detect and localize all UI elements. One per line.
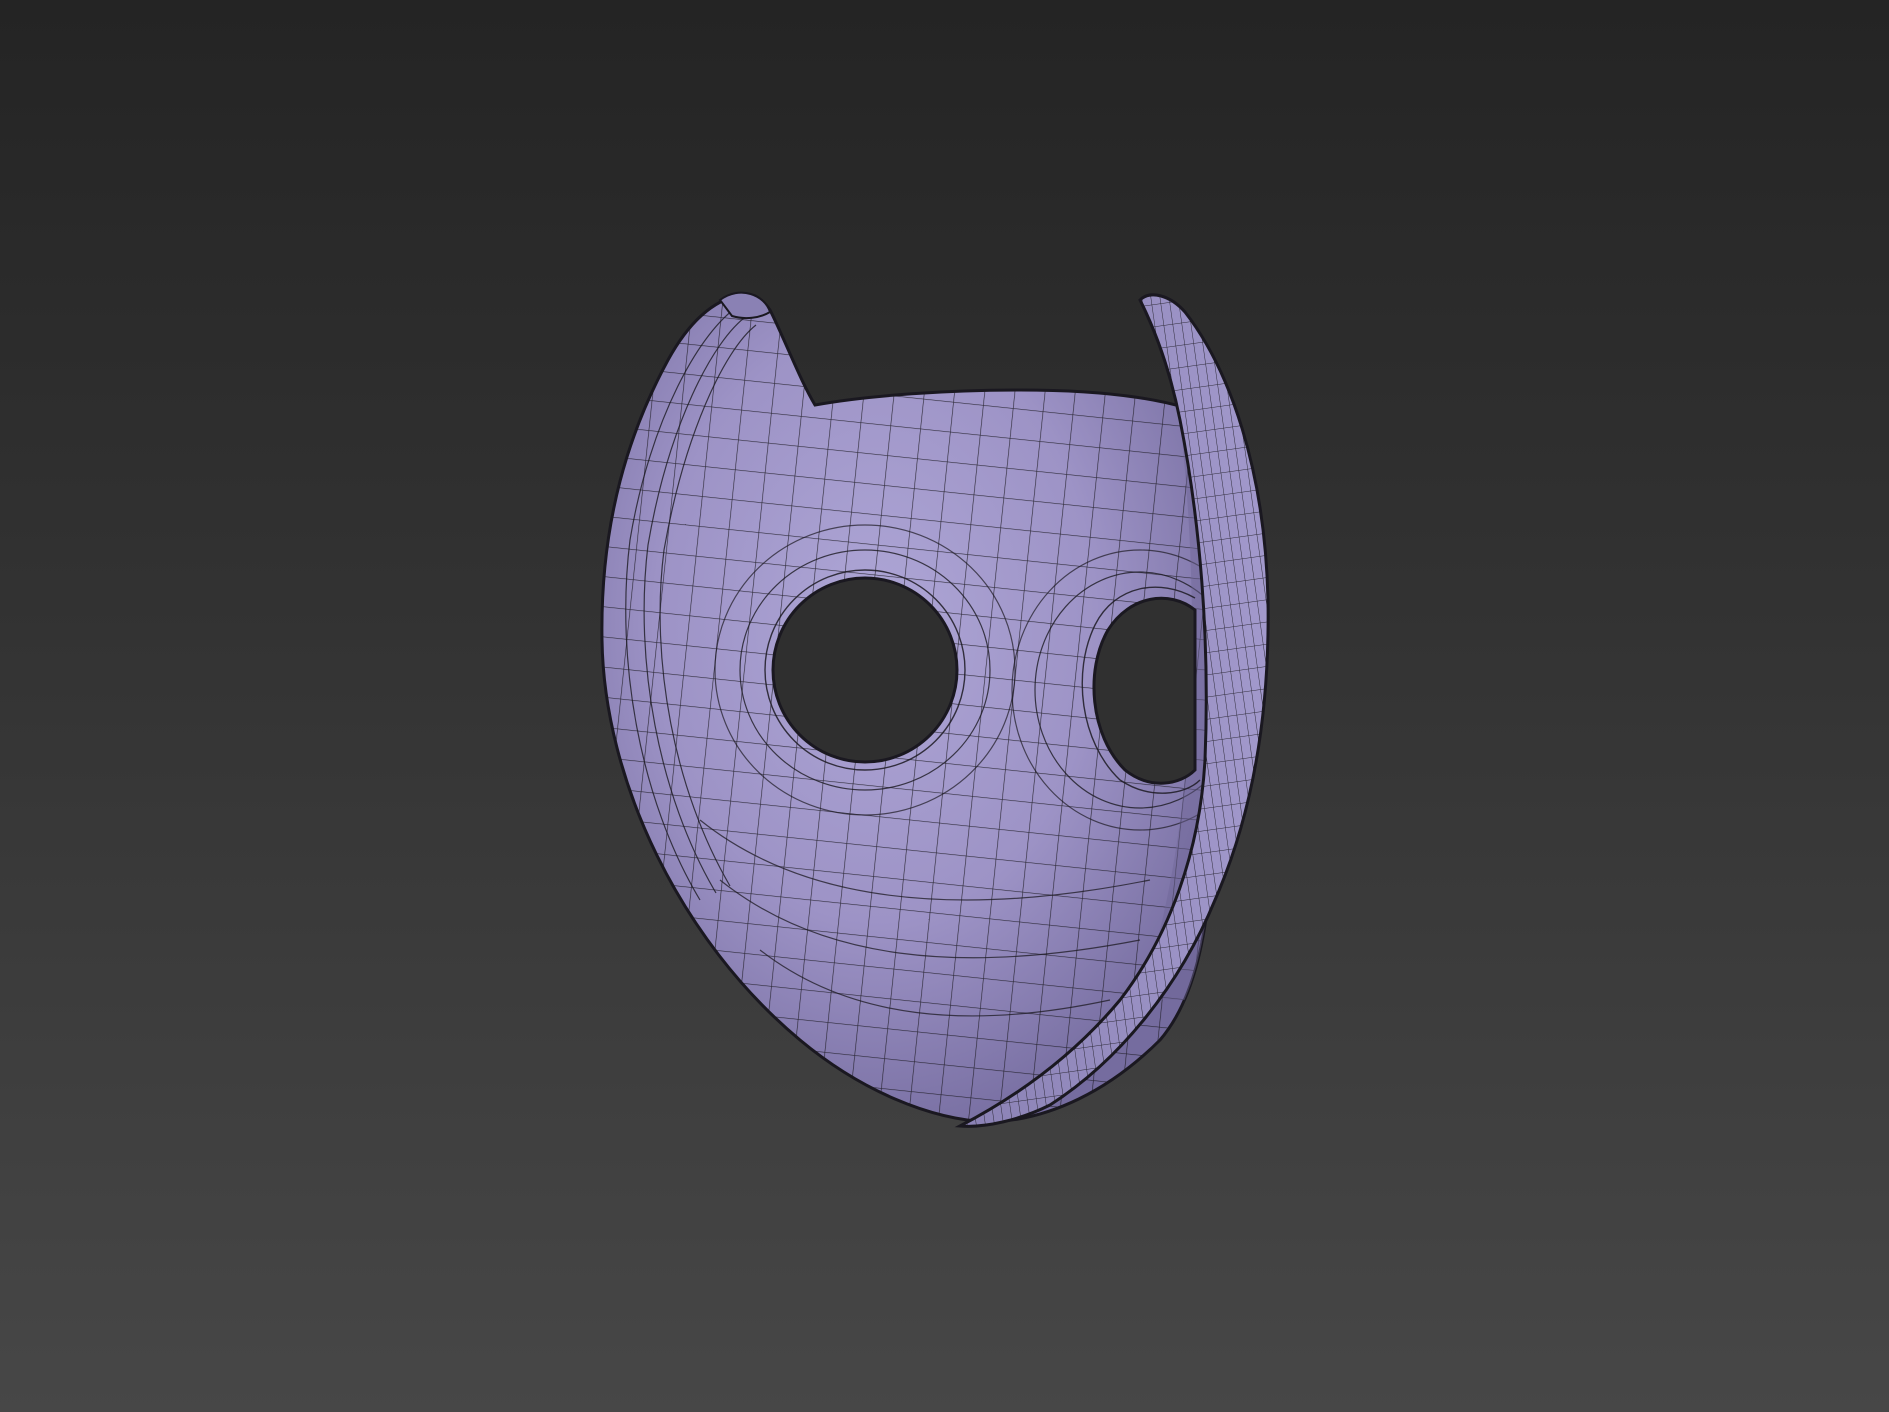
viewport-scene[interactable] [0, 0, 1889, 1412]
3d-viewport[interactable] [0, 0, 1889, 1412]
